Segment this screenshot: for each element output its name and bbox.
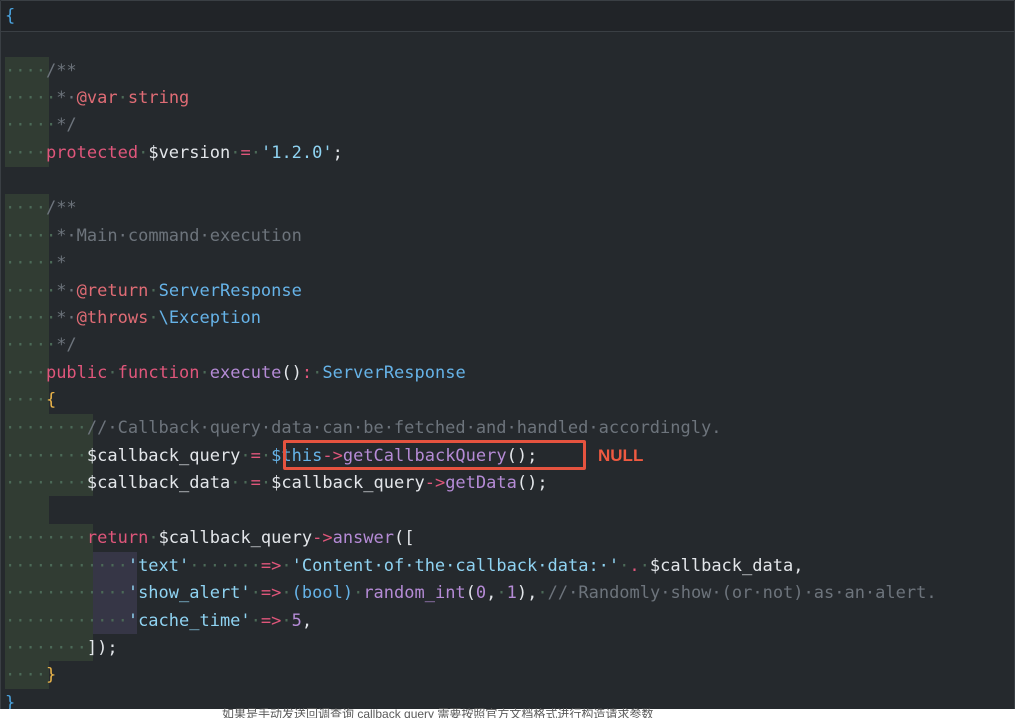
code-line: ·····*·Main·command·execution: [5, 226, 302, 246]
code-line: ····/**: [5, 61, 77, 81]
keyword-public: public: [45, 363, 108, 383]
doc-var-type: string: [127, 88, 190, 108]
code-line: ·····*/: [5, 335, 77, 355]
get-data-call: getData: [445, 473, 517, 493]
doc-comment-open: /**: [45, 198, 77, 218]
code-line: ····}: [5, 665, 57, 685]
keyword-protected: protected: [45, 143, 139, 163]
code-line: ············'cache_time'·=>·5,: [5, 611, 313, 631]
callback-data-variable: $callback_data: [86, 473, 231, 493]
code-line: ············'show_alert'·=>·(bool)·rando…: [5, 583, 937, 603]
null-annotation: NULL: [598, 446, 644, 465]
code-line: {: [5, 3, 15, 30]
keyword-return: return: [86, 528, 149, 548]
code-line: ·····*: [5, 253, 67, 273]
version-variable: $version: [148, 143, 231, 163]
doc-comment-close: */: [56, 335, 77, 355]
version-value: '1.2.0': [260, 143, 333, 163]
code-line: ····/**: [5, 198, 77, 218]
text-value: 'Content·of·the·callback·data:·': [291, 556, 620, 576]
return-callback-query: $callback_query: [158, 528, 313, 548]
code-line: ········$callback_data··=·$callback_quer…: [5, 473, 548, 493]
text-concat-variable: $callback_data: [649, 556, 794, 576]
code-line: ·····*/: [5, 115, 77, 135]
doc-return-type: ServerResponse: [158, 281, 302, 301]
code-line: ········]);: [5, 638, 118, 658]
doc-throws-tag: @throws: [76, 308, 149, 328]
code-line: ·····*·@var·string: [5, 88, 190, 108]
cache-time-key: 'cache_time': [127, 611, 251, 631]
open-brace: {: [5, 6, 16, 26]
code-line: ····{: [5, 390, 57, 410]
alert-comment: //·Randomly·show·(or·not)·as·an·alert.: [547, 583, 937, 603]
method-return-type: ServerResponse: [322, 363, 466, 383]
method-open-brace: {: [45, 390, 57, 410]
code-line: ·····*·@throws·\Exception: [5, 308, 261, 328]
bottom-caption: 如果是手动发送回调查询 callback query 需要按照官方文档格式进行构…: [222, 708, 654, 718]
answer-call: answer: [332, 528, 394, 548]
random-int-max: 1: [506, 583, 517, 603]
doc-return-tag: @return: [76, 281, 149, 301]
text-key: 'text': [127, 556, 190, 576]
bool-cast: (bool): [291, 583, 354, 603]
code-line: ····public·function·execute():·ServerRes…: [5, 363, 466, 383]
method-name: execute: [209, 363, 282, 383]
editor-header-line: [1, 1, 1014, 32]
callback-query-variable: $callback_query: [86, 446, 241, 466]
doc-var-tag: @var: [76, 88, 118, 108]
code-editor[interactable]: { ····/** ·····*·@var·string ·····*/ ···…: [0, 0, 1015, 718]
show-alert-key: 'show_alert': [127, 583, 251, 603]
callback-query-ref: $callback_query: [271, 473, 425, 493]
code-line: ········//·Callback·query·data·can·be·fe…: [5, 418, 722, 438]
random-int-call: random_int: [363, 583, 466, 603]
keyword-function: function: [117, 363, 200, 383]
doc-description: Main·command·execution: [76, 226, 302, 246]
array-close: ]);: [86, 638, 118, 658]
doc-comment-open: /**: [45, 61, 77, 81]
code-line: ········return·$callback_query->answer([: [5, 528, 415, 548]
method-close-brace: }: [45, 665, 57, 685]
inline-comment: //·Callback·query·data·can·be·fetched·an…: [86, 418, 722, 438]
cache-time-value: 5: [291, 611, 302, 631]
doc-comment-close: */: [56, 115, 77, 135]
random-int-min: 0: [475, 583, 487, 603]
code-line: ····protected·$version·=·'1.2.0';: [5, 143, 343, 163]
code-line: ·····*·@return·ServerResponse: [5, 281, 302, 301]
doc-throws-type: \Exception: [158, 308, 261, 328]
code-line: ············'text'·······=>·'Content·of·…: [5, 556, 804, 576]
highlight-box: [283, 440, 586, 470]
